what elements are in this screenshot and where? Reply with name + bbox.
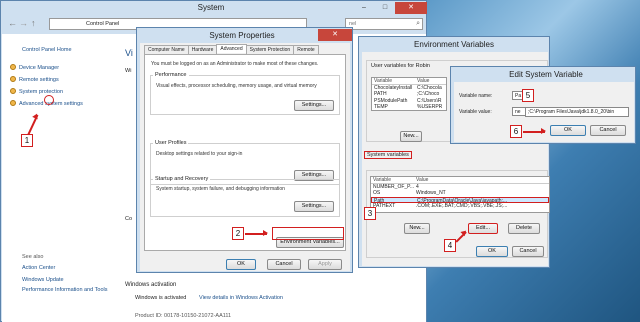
page-heading: Vi bbox=[125, 48, 133, 58]
search-icon[interactable]: ⌕ bbox=[416, 20, 420, 28]
cancel-button[interactable]: Cancel bbox=[267, 259, 301, 270]
user-profiles-desc: Desktop settings related to your sign-in bbox=[156, 151, 243, 157]
close-button[interactable]: ✕ bbox=[395, 2, 427, 14]
shield-icon bbox=[10, 100, 16, 106]
cancel-button[interactable]: Cancel bbox=[512, 246, 544, 257]
apply-button[interactable]: Apply bbox=[308, 259, 342, 270]
up-arrow-icon[interactable]: ↑ bbox=[31, 18, 36, 28]
system-window-title: System bbox=[197, 3, 225, 12]
performance-settings-button[interactable]: Settings... bbox=[294, 100, 334, 111]
user-variables-label: User variables for Robin bbox=[369, 63, 432, 69]
action-center-link[interactable]: Action Center bbox=[22, 262, 55, 274]
ok-button[interactable]: OK bbox=[226, 259, 256, 270]
back-arrow-icon[interactable]: ← bbox=[8, 18, 17, 28]
system-delete-button[interactable]: Delete bbox=[508, 223, 540, 234]
see-also-title: See also bbox=[22, 254, 44, 260]
remote-settings-link[interactable]: Remote settings bbox=[10, 74, 59, 86]
activation-status: Windows is activated bbox=[135, 295, 187, 301]
system-variables-label: System variables bbox=[364, 151, 412, 159]
tab-computer-name[interactable]: Computer Name bbox=[144, 45, 189, 54]
startup-recovery-label: Startup and Recovery bbox=[153, 176, 211, 182]
table-row[interactable]: PATHEXT .COM;.EXE;.BAT;.CMD;.VBS;.VBE;.JS… bbox=[371, 203, 549, 210]
callout-2: 2 bbox=[232, 227, 244, 240]
callout-1: 1 bbox=[21, 134, 33, 147]
maximize-button[interactable]: □ bbox=[375, 2, 395, 14]
performance-label: Performance bbox=[153, 72, 189, 78]
variable-value-field[interactable]: ;C:\Program Files\Java\jdk1.8.0_20\bin bbox=[525, 107, 629, 117]
table-row[interactable]: TEMP %USERPR bbox=[372, 104, 446, 110]
minimize-button[interactable]: – bbox=[353, 2, 375, 14]
product-id: Product ID: 00178-10150-21072-AA111 bbox=[135, 313, 232, 319]
variable-value-label: Variable value: bbox=[459, 109, 492, 115]
ok-button[interactable]: OK bbox=[476, 246, 508, 257]
variable-value-prefix[interactable]: ne bbox=[512, 107, 526, 116]
system-new-button[interactable]: New... bbox=[404, 223, 430, 234]
user-new-button[interactable]: New... bbox=[400, 131, 422, 142]
windows-activation-title: Windows activation bbox=[125, 282, 177, 288]
search-box[interactable]: nel ⌕ bbox=[345, 18, 423, 30]
tab-panel: You must be logged on as an Administrato… bbox=[144, 54, 346, 251]
env-button-highlight bbox=[272, 227, 344, 240]
startup-recovery-settings-button[interactable]: Settings... bbox=[294, 201, 334, 212]
performance-desc: Visual effects, processor scheduling, me… bbox=[156, 83, 317, 89]
tab-remote[interactable]: Remote bbox=[293, 45, 319, 54]
callout-arrow bbox=[523, 128, 546, 134]
callout-5: 5 bbox=[522, 89, 534, 102]
shield-icon bbox=[10, 88, 16, 94]
tab-advanced[interactable]: Advanced bbox=[216, 44, 247, 53]
startup-recovery-desc: System startup, system failure, and debu… bbox=[156, 186, 285, 192]
system-protection-link[interactable]: System protection bbox=[10, 86, 63, 98]
user-profiles-label: User Profiles bbox=[153, 140, 189, 146]
shield-icon bbox=[10, 64, 16, 70]
close-button[interactable]: ✕ bbox=[318, 29, 352, 41]
tab-hardware[interactable]: Hardware bbox=[187, 45, 218, 54]
breadcrumb[interactable]: Control Panel bbox=[86, 21, 119, 27]
environment-variables-title: Environment Variables bbox=[414, 40, 494, 49]
system-variables-table[interactable]: Variable Value NUMBER_OF_P... 4 OS Windows_… bbox=[370, 176, 550, 213]
shield-icon bbox=[10, 76, 16, 82]
variable-name-label: Variable name: bbox=[459, 93, 493, 99]
system-properties-title: System Properties bbox=[209, 31, 275, 40]
user-variables-table[interactable]: Variable Value ChocolateyInstall C:\Chocol… bbox=[371, 77, 447, 111]
control-panel-home-link[interactable]: Control Panel Home bbox=[22, 44, 72, 56]
callout-arrow bbox=[245, 230, 268, 236]
system-edit-button[interactable]: Edit... bbox=[468, 223, 498, 234]
windows-update-link[interactable]: Windows Update bbox=[22, 274, 64, 286]
edit-variable-title: Edit System Variable bbox=[509, 70, 583, 79]
activation-details-link[interactable]: View details in Windows Activation bbox=[199, 292, 283, 304]
device-manager-link[interactable]: Device Manager bbox=[10, 62, 59, 74]
forward-arrow-icon[interactable]: → bbox=[19, 18, 28, 28]
callout-6: 6 bbox=[510, 125, 522, 138]
section-label: Co bbox=[125, 216, 133, 222]
ok-button[interactable]: OK bbox=[550, 125, 586, 136]
admin-note: You must be logged on as an Administrato… bbox=[151, 61, 319, 67]
tab-strip: Computer Name Hardware Advanced System Prot… bbox=[144, 44, 319, 54]
advanced-link-highlight bbox=[44, 95, 54, 105]
callout-3: 3 bbox=[364, 207, 376, 220]
cancel-button[interactable]: Cancel bbox=[590, 125, 626, 136]
table-row[interactable]: OS Windows_NT bbox=[371, 190, 549, 197]
callout-4: 4 bbox=[444, 239, 456, 252]
section-label: Wi bbox=[125, 68, 132, 74]
tab-system-protection[interactable]: System Protection bbox=[245, 45, 295, 54]
performance-info-link[interactable]: Performance Information and Tools bbox=[22, 286, 117, 294]
